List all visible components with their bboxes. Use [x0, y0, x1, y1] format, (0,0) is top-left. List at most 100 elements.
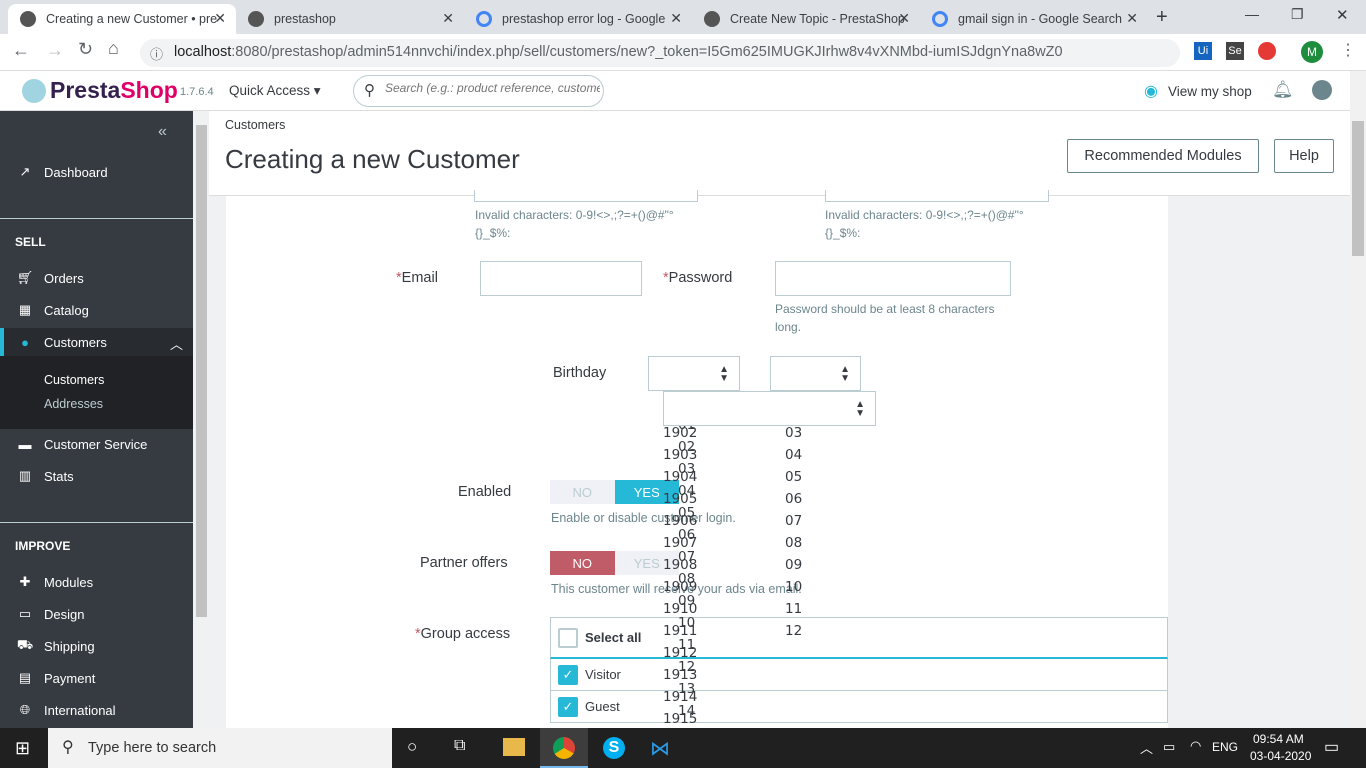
sidebar-item-catalog[interactable]: ▦ Catalog [0, 296, 193, 324]
dropdown-option[interactable]: 09 [678, 593, 695, 609]
wifi-icon[interactable]: ◠ [1190, 738, 1201, 754]
password-input[interactable] [775, 261, 1011, 296]
employee-avatar-icon[interactable] [1312, 80, 1332, 100]
notification-center-icon[interactable]: ▭ [1324, 737, 1339, 757]
extension-icon[interactable] [1258, 42, 1276, 60]
sidebar-item-orders[interactable]: 🛒︎ Orders [0, 264, 193, 292]
scrollbar-thumb[interactable] [1352, 121, 1364, 256]
page-scrollbar[interactable] [1350, 71, 1366, 728]
chrome-taskbar-icon[interactable] [540, 728, 588, 768]
select-all-row[interactable]: Select all [550, 617, 1168, 659]
brand-logo[interactable]: PrestaShop [50, 77, 178, 104]
browser-tab[interactable]: prestashop ✕ [236, 4, 464, 34]
quick-access-dropdown[interactable]: Quick Access ▾ [229, 83, 321, 99]
selenium-extension-icon[interactable]: Se [1226, 42, 1244, 60]
browser-tab[interactable]: Creating a new Customer • pre ✕ [8, 4, 236, 34]
dropdown-option[interactable]: 03 [785, 425, 802, 441]
dropdown-option[interactable]: 08 [678, 571, 695, 587]
view-my-shop-link[interactable]: View my shop [1168, 84, 1252, 99]
breadcrumb[interactable]: Customers [225, 118, 285, 132]
close-tab-icon[interactable]: ✕ [1126, 10, 1138, 27]
close-tab-icon[interactable]: ✕ [898, 10, 910, 27]
menu-kebab-icon[interactable]: ⋮ [1340, 40, 1356, 60]
dropdown-option[interactable]: 04 [785, 447, 802, 463]
recommended-modules-button[interactable]: Recommended Modules [1067, 139, 1259, 173]
reload-icon[interactable]: ↻ [78, 39, 93, 60]
sidebar-item-international[interactable]: 🌐︎ International [0, 696, 193, 724]
dropdown-option[interactable]: 12 [785, 623, 802, 639]
browser-tab[interactable]: prestashop error log - Google ✕ [464, 4, 692, 34]
new-tab-button[interactable]: + [1156, 6, 1168, 29]
battery-icon[interactable]: ▭ [1163, 739, 1175, 755]
maximize-button[interactable]: ❐ [1291, 6, 1304, 23]
language-indicator[interactable]: ENG [1212, 740, 1238, 754]
sidebar-item-payment[interactable]: ▤ Payment [0, 664, 193, 692]
extension-icon[interactable]: Ui [1194, 42, 1212, 60]
submenu-item-customers[interactable]: Customers [44, 373, 104, 387]
checkbox-checked[interactable]: ✓ [558, 664, 578, 685]
cortana-icon[interactable]: ○ [407, 737, 417, 757]
help-button[interactable]: Help [1274, 139, 1334, 173]
birthday-day-select[interactable]: ▲ ▼ [663, 391, 876, 426]
submenu-item-addresses[interactable]: Addresses [44, 397, 103, 411]
forward-icon[interactable]: → [46, 40, 64, 61]
dropdown-option[interactable]: 10 [785, 579, 802, 595]
clock-date[interactable]: 03-04-2020 [1250, 749, 1311, 763]
task-view-icon[interactable]: ⧉ [454, 737, 465, 755]
group-row[interactable]: ✓ Visitor [550, 659, 1168, 691]
sidebar-item-stats[interactable]: ▥ Stats [0, 462, 193, 490]
notifications-bell-icon[interactable]: 🔔︎ [1272, 80, 1294, 100]
windows-start-icon[interactable]: ⊞ [15, 738, 30, 759]
search-input[interactable] [385, 81, 600, 95]
email-input[interactable] [480, 261, 642, 296]
taskbar-search[interactable]: ⚲ Type here to search [48, 728, 392, 768]
dropdown-option[interactable]: 12 [678, 659, 695, 675]
dropdown-option[interactable]: 06 [785, 491, 802, 507]
clock-time[interactable]: 09:54 AM [1253, 732, 1304, 746]
dropdown-option[interactable]: 13 [678, 681, 695, 697]
back-icon[interactable]: ← [12, 40, 30, 61]
close-tab-icon[interactable]: ✕ [442, 10, 454, 27]
sidebar-scrollbar[interactable] [194, 111, 209, 728]
dropdown-option[interactable]: 10 [678, 615, 695, 631]
sidebar-item-design[interactable]: ▭ Design [0, 600, 193, 628]
dropdown-option[interactable]: 03 [678, 461, 695, 477]
vscode-icon[interactable]: ⋈ [650, 736, 670, 761]
sidebar-item-customers[interactable]: ● Customers ︿ [0, 328, 193, 356]
browser-tab[interactable]: Create New Topic - PrestaShop ✕ [692, 4, 920, 34]
file-explorer-icon[interactable] [503, 738, 525, 756]
chevron-up-icon[interactable]: ︿ [1140, 738, 1153, 757]
sidebar-item-shipping[interactable]: ⛟ Shipping [0, 632, 193, 660]
dropdown-option[interactable]: 02 [678, 439, 695, 455]
close-tab-icon[interactable]: ✕ [670, 10, 682, 27]
dropdown-option[interactable]: 14 [678, 703, 695, 719]
dropdown-option[interactable]: 09 [785, 557, 802, 573]
skype-icon[interactable]: S [603, 737, 625, 759]
collapse-sidebar-icon[interactable]: « [158, 123, 167, 141]
birthday-year-select[interactable]: ▲ ▼ [648, 356, 740, 391]
enabled-switch[interactable]: NO YES [550, 480, 679, 504]
switch-no[interactable]: NO [550, 551, 615, 575]
dropdown-option[interactable]: 06 [678, 527, 695, 543]
dropdown-option[interactable]: 11 [678, 637, 695, 653]
sidebar-item-dashboard[interactable]: ↗ Dashboard [0, 158, 193, 186]
last-name-input[interactable] [825, 190, 1049, 202]
search-box[interactable]: ⚲ [353, 75, 604, 107]
select-all-checkbox[interactable] [558, 627, 578, 648]
partner-offers-switch[interactable]: NO YES [550, 551, 679, 575]
minimize-button[interactable]: — [1245, 6, 1259, 22]
dropdown-option[interactable]: 07 [678, 549, 695, 565]
browser-tab[interactable]: gmail sign in - Google Search ✕ [920, 4, 1148, 34]
switch-no[interactable]: NO [550, 480, 615, 504]
dropdown-option[interactable]: 07 [785, 513, 802, 529]
checkbox-checked[interactable]: ✓ [558, 696, 578, 717]
sidebar-item-customer-service[interactable]: ▬ Customer Service [0, 430, 193, 458]
profile-avatar[interactable]: M [1301, 41, 1323, 63]
dropdown-option[interactable]: 04 [678, 483, 695, 499]
dropdown-option[interactable]: 05 [678, 505, 695, 521]
first-name-input[interactable] [474, 190, 698, 202]
dropdown-option[interactable]: 05 [785, 469, 802, 485]
dropdown-option[interactable]: 11 [785, 601, 802, 617]
close-tab-icon[interactable]: ✕ [214, 10, 226, 27]
url-field[interactable]: ⓘ localhost:8080/prestashop/admin514nnvch… [140, 39, 1180, 67]
